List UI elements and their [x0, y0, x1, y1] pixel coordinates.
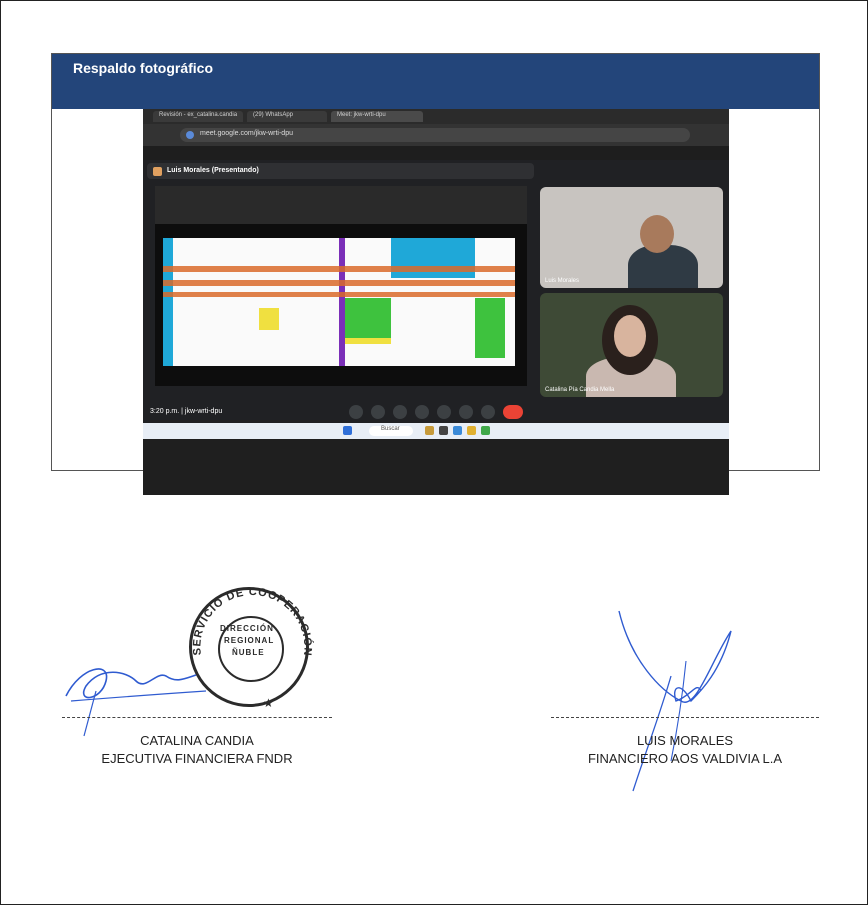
sheet-cell-block: [259, 308, 279, 330]
signature-line: [551, 717, 819, 718]
emoji-icon[interactable]: [415, 405, 429, 419]
url-text: meet.google.com/jkw-wrti-dpu: [200, 130, 293, 137]
shared-spreadsheet: [155, 186, 527, 386]
signer-role: FINANCIERO AOS VALDIVIA L.A: [587, 751, 783, 766]
signer-role: EJECUTIVA FINANCIERA FNDR: [101, 751, 293, 766]
taskbar-search[interactable]: Buscar: [369, 426, 413, 436]
end-call-button[interactable]: [503, 405, 523, 419]
browser-tab: (29) WhatsApp: [247, 111, 327, 122]
sheet-row-highlight: [163, 266, 515, 272]
participant-head: [614, 315, 646, 357]
stamp-star-icon: ★: [263, 696, 274, 710]
present-icon[interactable]: [437, 405, 451, 419]
taskbar-search-label: Buscar: [381, 426, 400, 432]
call-controls-bar: 3:20 p.m. | jkw-wrti-dpu: [143, 402, 729, 423]
signer-name: CATALINA CANDIA: [140, 733, 254, 748]
participant-head: [640, 215, 674, 253]
captions-icon[interactable]: [393, 405, 407, 419]
windows-taskbar: Buscar: [143, 423, 729, 439]
browser-tab: Revisión - ex_catalina.candia: [153, 111, 243, 122]
presenter-bar: Luis Morales (Presentando): [147, 163, 534, 179]
sheet-cell-block: [391, 238, 475, 278]
document-page: Respaldo fotográfico Revisión - ex_catal…: [0, 0, 868, 905]
sheet-col-highlight: [163, 238, 173, 366]
sheet-row-highlight: [163, 292, 515, 297]
sheet-cell-block: [345, 338, 391, 344]
participant-name: Catalina Pía Candia Mella: [545, 387, 615, 393]
tab-label: Meet: jkw-wrti-dpu: [337, 112, 386, 118]
signature-luis: [618, 610, 732, 792]
camera-icon[interactable]: [371, 405, 385, 419]
meeting-screenshot: Revisión - ex_catalina.candia (29) Whats…: [143, 109, 729, 495]
section-header: Respaldo fotográfico: [52, 54, 819, 109]
app-icon[interactable]: [481, 426, 490, 435]
browser-tab-bar: Revisión - ex_catalina.candia (29) Whats…: [143, 109, 729, 124]
meeting-clock: 3:20 p.m. | jkw-wrti-dpu: [150, 408, 223, 415]
tab-label: Revisión - ex_catalina.candia: [159, 112, 238, 118]
sheet-cell-block: [345, 298, 391, 338]
browser-tab-active: Meet: jkw-wrti-dpu: [331, 111, 423, 122]
photo-evidence-block: Respaldo fotográfico Revisión - ex_catal…: [51, 53, 820, 495]
presenter-icon: [153, 167, 162, 176]
tab-label: (29) WhatsApp: [253, 112, 294, 118]
participant-tile: Luis Morales: [540, 187, 723, 288]
bookmarks-strip: [143, 146, 729, 160]
spreadsheet-grid: [163, 238, 515, 366]
raise-hand-icon[interactable]: [459, 405, 473, 419]
signer-name: LUIS MORALES: [636, 733, 734, 748]
spreadsheet-ribbon: [155, 186, 527, 224]
signature-catalina: [65, 668, 207, 737]
site-icon: [186, 131, 194, 139]
url-box: meet.google.com/jkw-wrti-dpu: [180, 128, 690, 142]
sheet-cell-block: [475, 298, 505, 358]
participant-name: Luis Morales: [545, 278, 580, 284]
more-options-icon[interactable]: [481, 405, 495, 419]
presenter-label: Luis Morales (Presentando): [167, 167, 259, 174]
app-icon[interactable]: [425, 426, 434, 435]
signature-line: [62, 717, 332, 718]
address-bar: meet.google.com/jkw-wrti-dpu: [143, 124, 729, 146]
mic-icon[interactable]: [349, 405, 363, 419]
app-icon[interactable]: [467, 426, 476, 435]
sheet-row-highlight: [163, 280, 515, 286]
app-icon[interactable]: [439, 426, 448, 435]
section-title: Respaldo fotográfico: [73, 60, 214, 76]
start-icon[interactable]: [343, 426, 352, 435]
participant-tile: Catalina Pía Candia Mella: [540, 293, 723, 397]
app-icon[interactable]: [453, 426, 462, 435]
meet-window: Luis Morales (Presentando) Luis Morales …: [143, 160, 729, 423]
